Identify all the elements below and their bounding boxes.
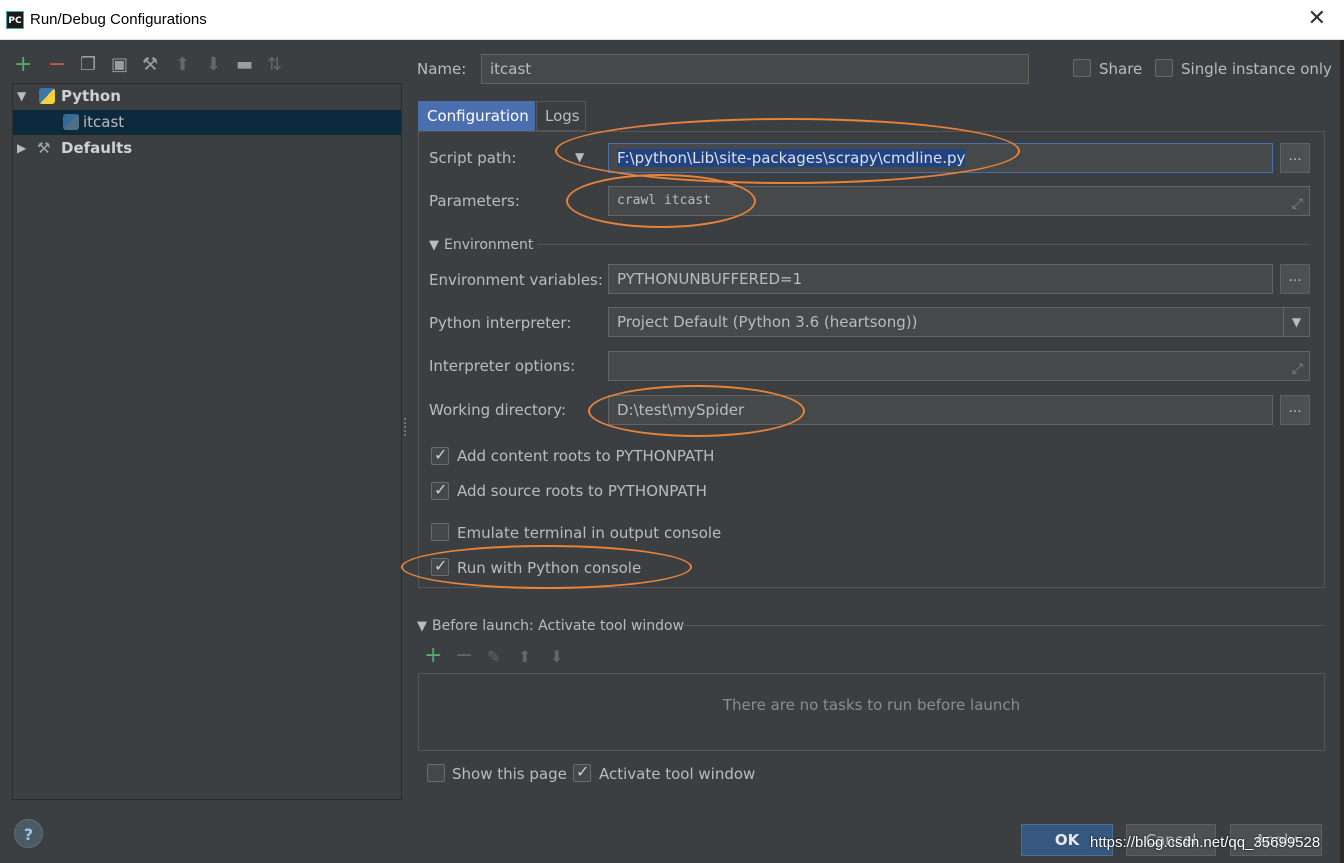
python-console-label: Run with Python console: [457, 559, 642, 577]
interpreter-label: Python interpreter:: [429, 314, 572, 332]
working-dir-label: Working directory:: [429, 401, 567, 419]
pycharm-icon: PC: [6, 11, 24, 29]
python-console-checkbox[interactable]: [431, 556, 449, 576]
save-icon[interactable]: ▣: [111, 52, 128, 78]
activate-tool-window-label: Activate tool window: [599, 765, 756, 783]
show-page-label: Show this page: [452, 765, 567, 783]
name-input[interactable]: itcast: [481, 54, 1029, 84]
config-tree: ▼ Python itcast ▶ ⚒ Defaults: [12, 83, 402, 800]
tree-item-python[interactable]: ▼ Python: [13, 84, 401, 109]
arrow-up-icon[interactable]: ⬆: [175, 52, 190, 78]
edit-task-icon[interactable]: ✎: [487, 647, 500, 666]
env-vars-input[interactable]: PYTHONUNBUFFERED=1: [608, 264, 1273, 294]
folder-icon[interactable]: ▬: [236, 52, 253, 78]
wrench-icon: ⚒: [37, 139, 51, 157]
python-icon: [39, 88, 55, 104]
section-divider: [537, 244, 1310, 245]
copy-icon[interactable]: ❐: [80, 52, 96, 78]
script-path-label: Script path:: [429, 149, 517, 167]
chevron-down-icon[interactable]: ▼: [1283, 308, 1309, 336]
parameters-label: Parameters:: [429, 192, 520, 210]
watermark-text: https://blog.csdn.net/qq_35699528: [1090, 834, 1321, 851]
sort-icon[interactable]: ⇅: [267, 52, 282, 78]
browse-script-button[interactable]: ...: [1280, 143, 1310, 173]
splitter-handle[interactable]: [404, 418, 408, 436]
tree-item-itcast[interactable]: itcast: [13, 110, 401, 135]
before-launch-toggle-icon[interactable]: ▼: [417, 619, 427, 634]
tab-configuration[interactable]: Configuration: [418, 101, 535, 131]
single-instance-checkbox[interactable]: [1155, 59, 1173, 77]
expand-icon[interactable]: ⤢: [1292, 190, 1303, 215]
emulate-terminal-label: Emulate terminal in output console: [457, 524, 722, 542]
script-path-input[interactable]: F:\python\Lib\site-packages\scrapy\cmdli…: [608, 143, 1273, 173]
environment-header: Environment: [444, 237, 534, 253]
remove-task-icon[interactable]: −: [455, 643, 473, 668]
tree-item-label: Python: [61, 87, 121, 105]
remove-icon[interactable]: −: [48, 52, 66, 78]
share-checkbox[interactable]: [1073, 59, 1091, 77]
content-roots-label: Add content roots to PYTHONPATH: [457, 447, 715, 465]
python-icon: [63, 114, 79, 130]
parameters-value: crawl itcast: [617, 193, 711, 208]
move-up-icon[interactable]: ⬆: [518, 647, 531, 666]
env-vars-label: Environment variables:: [429, 271, 603, 289]
interp-options-label: Interpreter options:: [429, 357, 576, 375]
tab-logs[interactable]: Logs: [536, 101, 586, 131]
single-instance-label: Single instance only: [1181, 60, 1332, 78]
activate-tool-window-checkbox[interactable]: [573, 762, 591, 782]
section-divider: [682, 625, 1325, 626]
working-dir-input[interactable]: D:\test\mySpider: [608, 395, 1273, 425]
help-button[interactable]: ?: [14, 819, 43, 848]
before-launch-task-list: There are no tasks to run before launch: [418, 673, 1325, 751]
browse-working-dir-button[interactable]: ...: [1280, 395, 1310, 425]
empty-tasks-text: There are no tasks to run before launch: [722, 696, 1021, 714]
show-page-checkbox[interactable]: [427, 764, 445, 782]
tree-item-defaults[interactable]: ▶ ⚒ Defaults: [13, 136, 401, 161]
expand-icon[interactable]: ⤢: [1292, 355, 1303, 380]
interpreter-select[interactable]: Project Default (Python 3.6 (heartsong))…: [608, 307, 1310, 337]
tree-item-label: itcast: [83, 113, 125, 131]
title-bar: PC Run/Debug Configurations ✕: [0, 0, 1344, 40]
close-icon[interactable]: ✕: [1308, 6, 1326, 31]
move-down-icon[interactable]: ⬇: [550, 647, 563, 666]
arrow-down-icon[interactable]: ⬇: [206, 52, 221, 78]
wrench-icon[interactable]: ⚒: [142, 52, 158, 78]
add-task-icon[interactable]: +: [424, 643, 442, 668]
tree-item-label: Defaults: [61, 139, 133, 157]
edit-env-vars-button[interactable]: ...: [1280, 264, 1310, 294]
source-roots-label: Add source roots to PYTHONPATH: [457, 482, 707, 500]
expand-arrow-icon[interactable]: ▼: [17, 84, 26, 109]
interpreter-value: Project Default (Python 3.6 (heartsong)): [617, 313, 918, 331]
content-roots-checkbox[interactable]: [431, 445, 449, 465]
collapse-arrow-icon[interactable]: ▶: [17, 136, 26, 161]
add-icon[interactable]: +: [14, 52, 32, 78]
window-edge: [1340, 40, 1344, 863]
emulate-terminal-checkbox[interactable]: [431, 523, 449, 541]
before-launch-header: Before launch: Activate tool window: [432, 618, 685, 634]
source-roots-checkbox[interactable]: [431, 480, 449, 500]
window-title: Run/Debug Configurations: [30, 11, 207, 28]
interp-options-input[interactable]: ⤢: [608, 351, 1310, 381]
name-label: Name:: [417, 60, 467, 78]
environment-toggle-icon[interactable]: ▼: [429, 238, 439, 253]
script-type-dropdown-icon[interactable]: ▼: [575, 150, 584, 164]
parameters-input[interactable]: crawl itcast ⤢: [608, 186, 1310, 216]
share-label: Share: [1099, 60, 1143, 78]
